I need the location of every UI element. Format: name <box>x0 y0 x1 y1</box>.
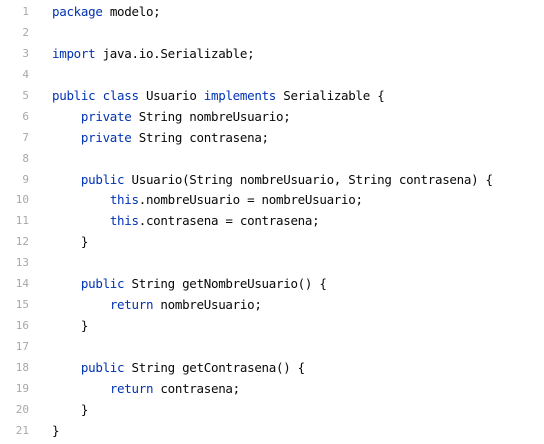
code-token: modelo; <box>102 4 161 19</box>
code-token: Serializable { <box>276 87 385 103</box>
code-line[interactable]: public String getNombreUsuario() { <box>52 274 544 295</box>
line-number: 11 <box>15 214 29 228</box>
keyword-token: public <box>80 276 125 292</box>
keyword-token: return <box>109 380 154 396</box>
code-token: } <box>52 401 89 417</box>
line-number-gutter: 1 2 3 4 5 6 7 8 9 10 11 12 13 14 15 16 17 18 19 20 21 <box>0 2 38 444</box>
code-line[interactable]: } <box>52 421 544 442</box>
line-number: 19 <box>15 381 29 395</box>
code-line[interactable]: return contrasena; <box>52 379 544 400</box>
code-line[interactable]: this.contrasena = contrasena; <box>52 211 544 232</box>
code-line[interactable] <box>52 149 544 170</box>
code-editor[interactable]: 1 2 3 4 5 6 7 8 9 10 11 12 13 14 15 16 17 18 19 20 21 packag… <box>0 2 544 444</box>
code-line[interactable] <box>52 23 544 44</box>
line-number: 13 <box>15 256 29 270</box>
keyword-token: public <box>52 87 96 103</box>
keyword-token: this <box>109 192 139 208</box>
line-number: 21 <box>15 423 29 437</box>
code-token: String nombreUsuario; <box>131 108 291 124</box>
code-line[interactable] <box>52 253 544 274</box>
line-number: 18 <box>15 360 29 374</box>
keyword-token: public <box>80 359 125 375</box>
code-token: Usuario(String nombreUsuario, String con… <box>124 171 493 187</box>
code-token: String contrasena; <box>131 129 269 145</box>
code-token: String getContrasena() { <box>124 359 305 375</box>
keyword-token: import <box>52 45 96 61</box>
code-line[interactable]: } <box>52 316 544 337</box>
code-token: nombreUsuario; <box>153 297 262 313</box>
code-token: contrasena; <box>153 380 240 396</box>
line-number: 2 <box>22 25 29 39</box>
code-line[interactable]: public Usuario(String nombreUsuario, Str… <box>52 170 544 191</box>
code-token: .contrasena = contrasena; <box>138 213 320 229</box>
code-line[interactable]: private String contrasena; <box>52 128 544 149</box>
code-line[interactable]: private String nombreUsuario; <box>52 107 544 128</box>
keyword-token: class <box>102 87 139 103</box>
line-number: 7 <box>22 130 29 144</box>
code-token: .nombreUsuario = nombreUsuario; <box>138 192 363 208</box>
keyword-token: package <box>52 4 103 19</box>
keyword-token: this <box>109 213 139 229</box>
code-line[interactable]: public class Usuario implements Serializ… <box>52 86 544 107</box>
keyword-token: implements <box>203 87 277 103</box>
code-token: } <box>52 422 60 438</box>
code-line[interactable]: } <box>52 400 544 421</box>
line-number: 20 <box>15 402 29 416</box>
line-number: 15 <box>15 298 29 312</box>
line-number: 9 <box>22 172 29 186</box>
code-line[interactable]: return nombreUsuario; <box>52 295 544 316</box>
line-number: 17 <box>15 340 29 353</box>
line-number: 5 <box>22 88 29 102</box>
code-line[interactable]: package modelo; <box>52 2 544 23</box>
line-number: 6 <box>22 109 29 123</box>
code-token: } <box>52 318 89 334</box>
code-area[interactable]: package modelo; import java.io.Serializab… <box>52 2 544 444</box>
code-line[interactable]: this.nombreUsuario = nombreUsuario; <box>52 190 544 211</box>
code-line[interactable]: import java.io.Serializable; <box>52 44 544 65</box>
line-number: 8 <box>22 151 29 165</box>
code-token: String getNombreUsuario() { <box>124 276 327 292</box>
line-number: 12 <box>15 235 29 249</box>
keyword-token: public <box>80 171 125 187</box>
code-line[interactable] <box>52 65 544 86</box>
code-token: java.io.Serializable; <box>95 45 255 61</box>
keyword-token: private <box>80 108 132 124</box>
line-number: 1 <box>22 5 29 18</box>
line-number: 3 <box>22 46 29 60</box>
line-number: 16 <box>15 319 29 333</box>
code-token: } <box>52 234 89 250</box>
code-line[interactable]: public String getContrasena() { <box>52 358 544 379</box>
code-token: Usuario <box>138 87 204 103</box>
code-line[interactable] <box>52 337 544 358</box>
keyword-token: private <box>80 129 132 145</box>
keyword-token: return <box>109 297 154 313</box>
code-line[interactable]: } <box>52 232 544 253</box>
line-number: 10 <box>15 193 29 207</box>
line-number: 4 <box>22 67 29 81</box>
line-number: 14 <box>15 277 29 291</box>
